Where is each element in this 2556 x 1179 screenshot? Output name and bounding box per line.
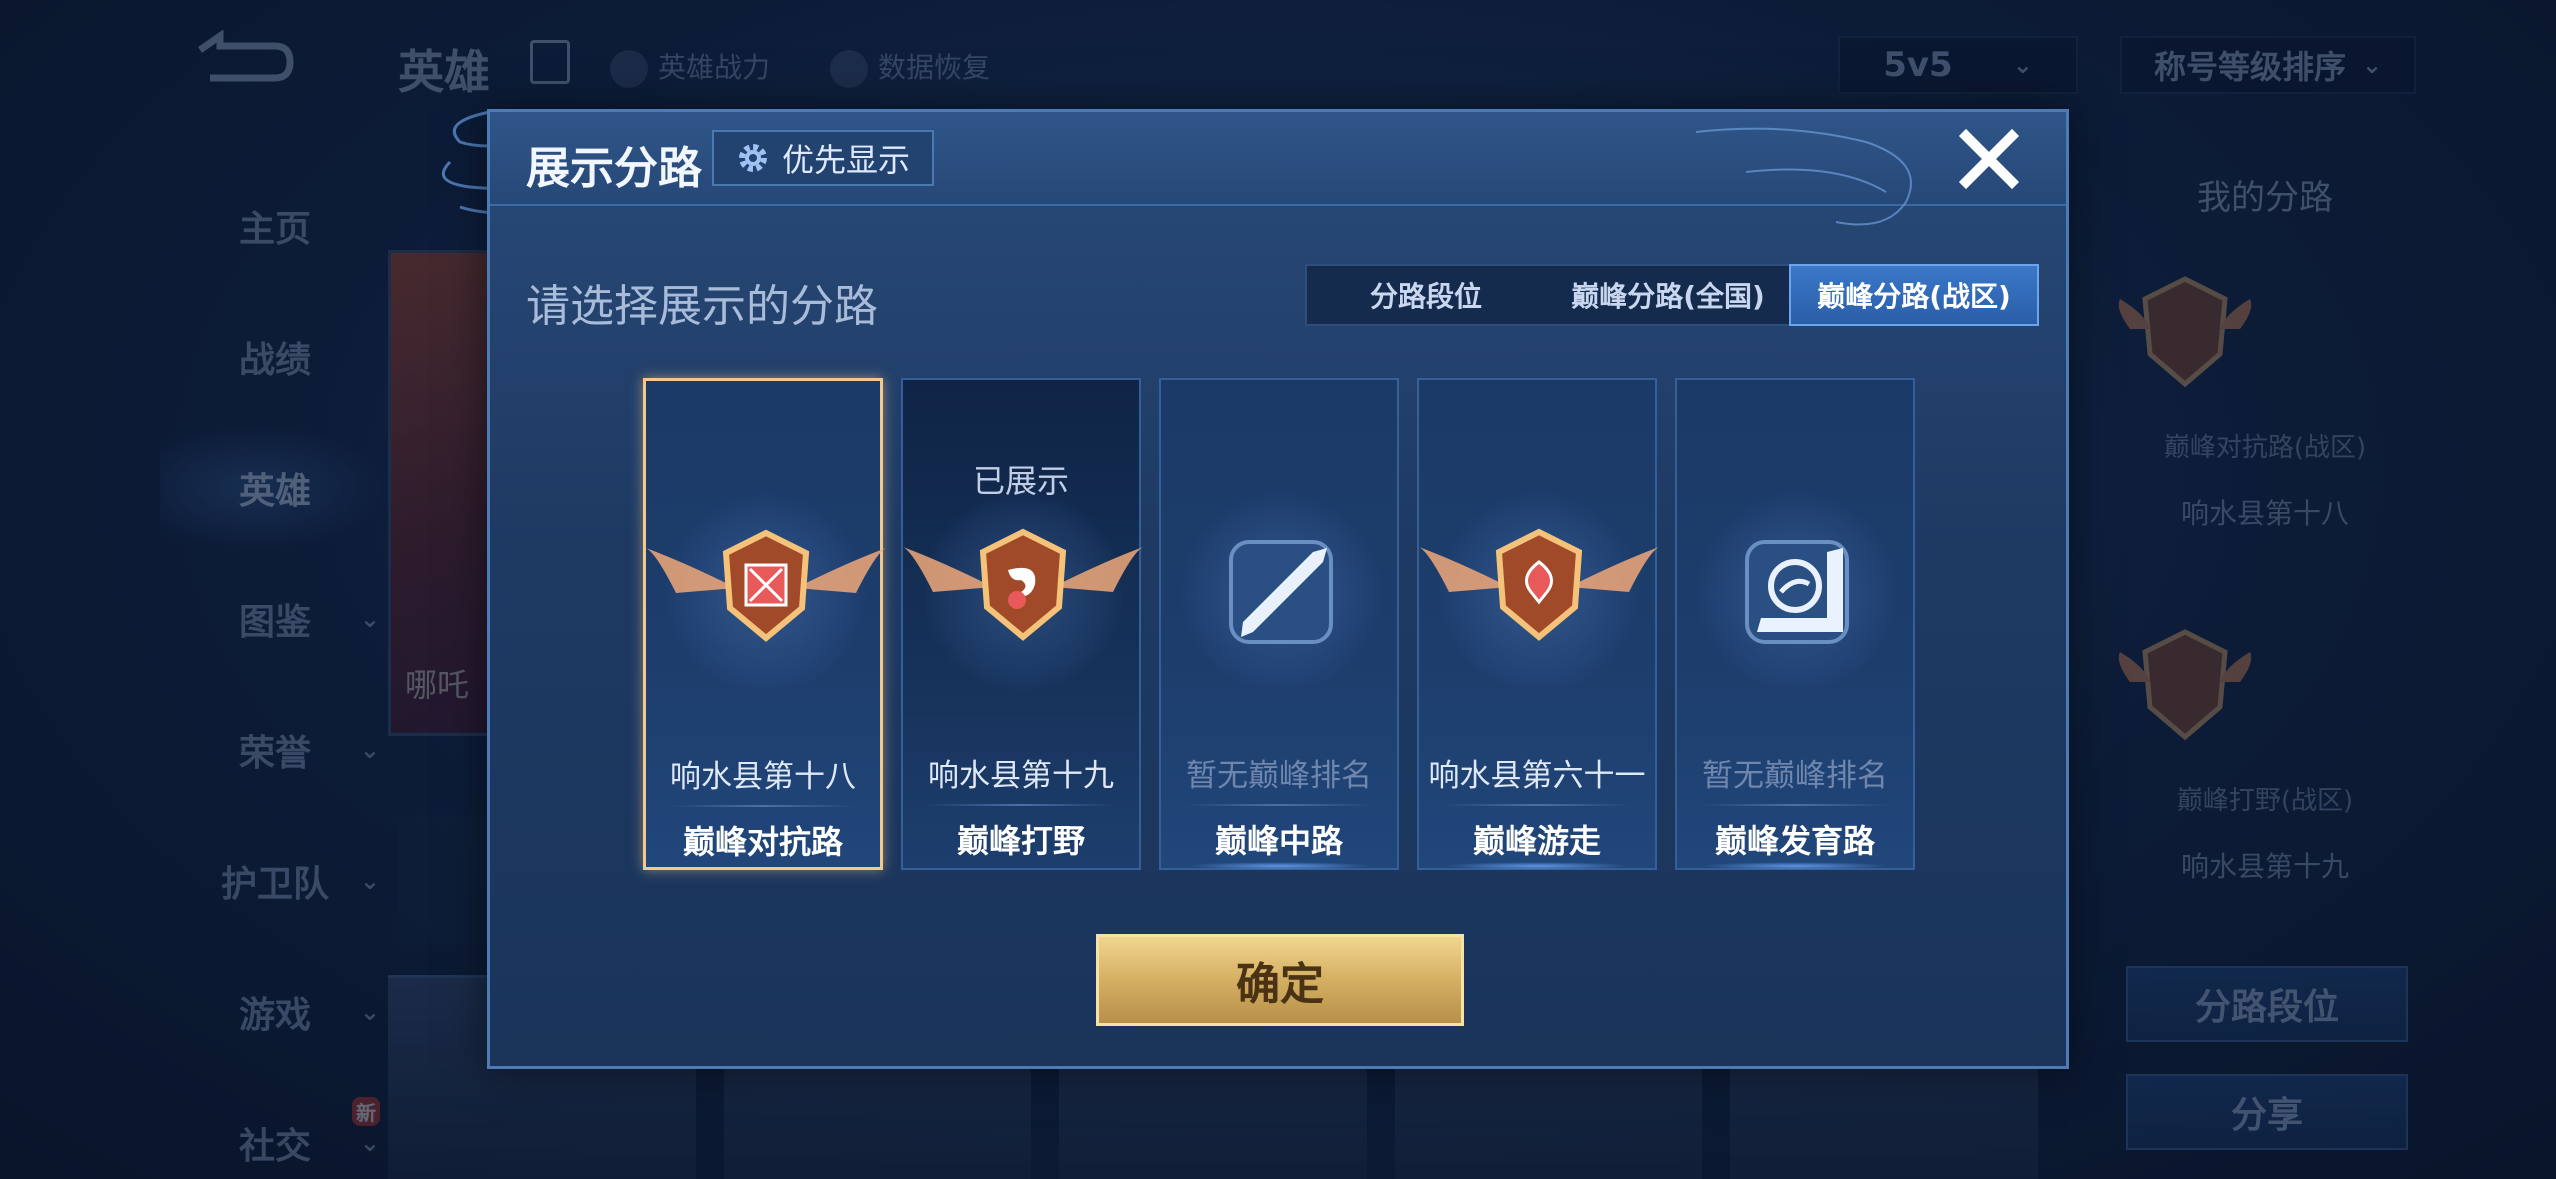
screen: 英雄 英雄战力 数据恢复 5v5 ⌄ 称号等级排序 ⌄ 主页 战绩 英雄 图鉴 ⌄ 荣… [0, 0, 2556, 1179]
rank-text: 响水县第十九 [928, 758, 1114, 794]
lane-card-mid[interactable]: 暂无巅峰排名 巅峰中路 [1159, 378, 1399, 870]
dialog-title: 展示分路 [526, 143, 702, 194]
dialog-subtitle: 请选择展示的分路 [526, 281, 878, 332]
card-divider [927, 804, 1115, 806]
lane-card-bot[interactable]: 暂无巅峰排名 巅峰发育路 [1675, 378, 1915, 870]
lane-type-tabs: 分路段位 巅峰分路(全国) 巅峰分路(战区) [1305, 264, 2039, 326]
card-divider [1443, 804, 1631, 806]
card-glow-foot [1442, 862, 1632, 870]
tab-peak-national[interactable]: 巅峰分路(全国) [1545, 266, 1791, 324]
rank-text: 响水县第六十一 [1428, 758, 1646, 794]
lane-name: 巅峰游走 [1472, 822, 1601, 860]
lane-name: 巅峰对抗路 [682, 823, 843, 861]
support-icon [1419, 528, 1659, 641]
rank-text: 暂无巅峰排名 [1702, 758, 1888, 794]
jungle-icon [903, 528, 1143, 641]
lane-card-jungle[interactable]: 已展示 响水县第十九 巅峰打野 [901, 378, 1143, 870]
gear-icon [739, 144, 767, 172]
card-glow-foot [1184, 862, 1374, 870]
lane-name: 巅峰打野 [956, 822, 1085, 860]
lane-display-dialog: 展示分路 优先显示 请选择展示的分路 分路段位 巅峰分路(全国) 巅峰分路(战区… [487, 109, 2069, 1069]
lane-card-top[interactable]: 响水县第十八 巅峰对抗路 [643, 378, 886, 870]
mid-lane-icon [1229, 540, 1333, 644]
card-divider [670, 805, 856, 807]
card-glow-foot [1700, 862, 1890, 870]
tab-peak-region[interactable]: 巅峰分路(战区) [1789, 264, 2039, 326]
rank-text: 响水县第十八 [670, 759, 856, 795]
tab-lane-rank[interactable]: 分路段位 [1307, 266, 1545, 324]
close-icon[interactable] [1952, 122, 2026, 196]
lane-name: 巅峰发育路 [1714, 822, 1875, 860]
rank-text: 暂无巅峰排名 [1186, 758, 1372, 794]
card-divider [1185, 804, 1373, 806]
bot-lane-icon [1745, 540, 1849, 644]
lane-name: 巅峰中路 [1214, 822, 1343, 860]
top-lane-icon [646, 529, 886, 642]
swirl-decoration-icon [1695, 127, 1912, 226]
priority-display-button[interactable]: 优先显示 [712, 130, 935, 186]
lane-card-list: 响水县第十八 巅峰对抗路 已展示 响水县第十九 巅峰打野 暂无巅峰排名 巅峰中路… [643, 378, 1915, 870]
confirm-button[interactable]: 确定 [1096, 934, 1464, 1026]
lane-card-support[interactable]: 响水县第六十一 巅峰游走 [1417, 378, 1659, 870]
card-divider [1701, 804, 1889, 806]
